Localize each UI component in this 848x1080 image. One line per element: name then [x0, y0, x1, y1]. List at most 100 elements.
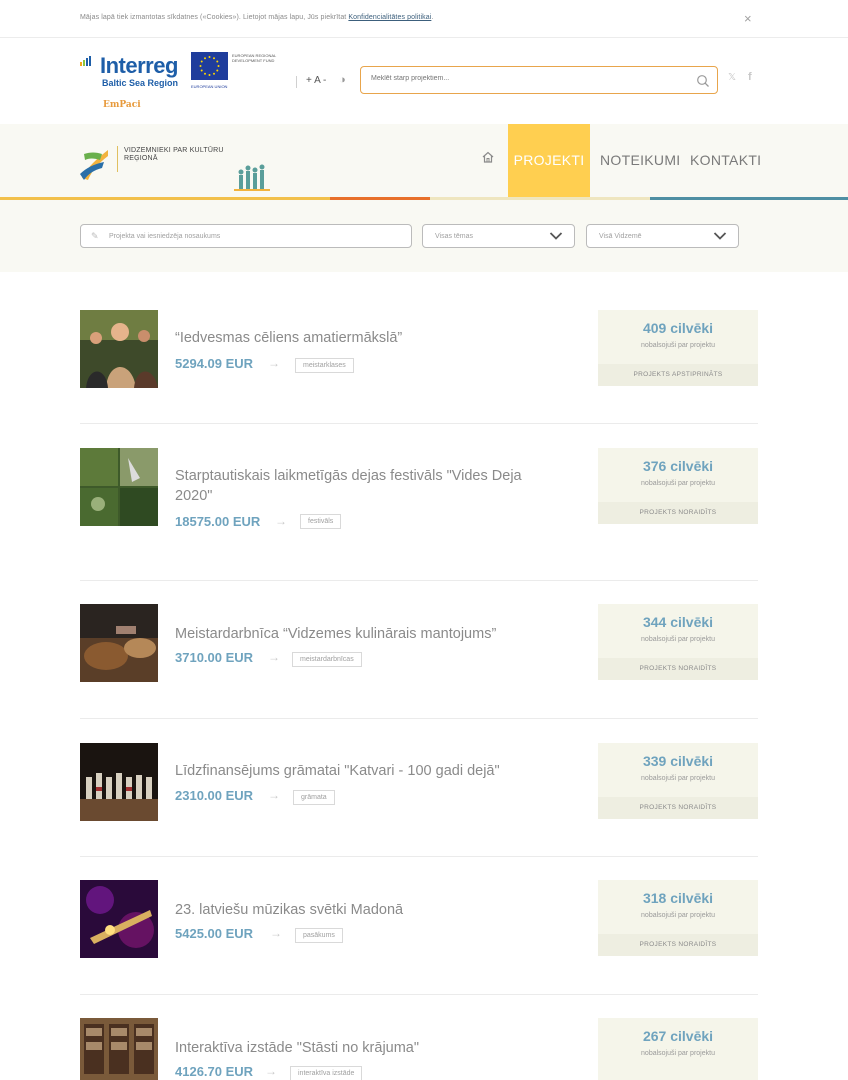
divider	[80, 994, 758, 995]
arrow-right-icon: →	[265, 1064, 277, 1078]
votes-label: nobalsojuši par projektu	[641, 342, 715, 349]
site-title: VIDZEMNIEKI PAR KULTŪRU REĢIONĀ	[124, 147, 224, 163]
site-logo-icon[interactable]	[80, 146, 110, 180]
project-status: PROJEKTS NORAIDĪTS	[598, 502, 758, 524]
votes-count: 339 cilvēki	[642, 753, 714, 769]
project-title[interactable]: 23. latviešu mūzikas svētki Madonā	[175, 900, 555, 920]
project-price: 3710.00 EUR	[175, 650, 254, 665]
cookie-text-end: .	[431, 14, 434, 21]
project-tag[interactable]: festivāls	[300, 514, 342, 529]
chevron-down-icon	[713, 232, 727, 240]
divider	[80, 718, 758, 719]
divider	[80, 580, 758, 581]
project-photo[interactable]	[80, 448, 158, 526]
home-icon[interactable]	[481, 150, 495, 164]
nav-item-kontakti[interactable]: KONTAKTI	[690, 124, 761, 197]
votes-box: 318 cilvēki nobalsojuši par projektu PRO…	[598, 880, 758, 956]
topic-select-value: Visas tēmas	[435, 233, 473, 240]
project-title[interactable]: Interaktīva izstāde "Stāsti no krājuma"	[175, 1038, 555, 1058]
close-icon[interactable]: ×	[744, 12, 752, 26]
facebook-icon[interactable]: f	[748, 71, 752, 83]
interreg-wordmark: Interreg	[100, 53, 178, 78]
divider	[80, 423, 758, 424]
votes-label: nobalsojuši par projektu	[641, 636, 715, 643]
nav-item-noteikumi[interactable]: NOTEIKUMI	[600, 124, 680, 197]
cookie-message: Mājas lapā tiek izmantotas sīkdatnes («C…	[80, 14, 349, 21]
project-search-placeholder: Projekta vai iesniedzēja nosaukums	[109, 233, 221, 240]
project-price: 4126.70 EUR	[175, 1064, 254, 1079]
interreg-subtitle: Baltic Sea Region	[102, 78, 179, 88]
project-photo[interactable]	[80, 880, 158, 958]
votes-label: nobalsojuši par projektu	[641, 1050, 715, 1057]
project-photo[interactable]	[80, 604, 158, 682]
arrow-right-icon: →	[270, 926, 282, 940]
votes-box: 339 cilvēki nobalsojuši par projektu PRO…	[598, 743, 758, 819]
eu-fund-label: EUROPEAN REGIONAL DEVELOPMENT FUND	[232, 53, 277, 63]
chevron-down-icon	[549, 232, 563, 240]
region-select[interactable]: Visā Vidzemē	[586, 224, 739, 248]
arrow-right-icon: →	[275, 514, 287, 528]
logo-divider	[117, 146, 118, 172]
project-status: PROJEKTS NORAIDĪTS	[598, 658, 758, 680]
region-select-value: Visā Vidzemē	[599, 233, 642, 240]
project-price: 5425.00 EUR	[175, 926, 254, 941]
votes-box: 409 cilvēki nobalsojuši par projektu PRO…	[598, 310, 758, 386]
divider	[80, 856, 758, 857]
interreg-bars-icon	[80, 56, 91, 66]
votes-count: 344 cilvēki	[642, 614, 714, 630]
project-status: PROJEKTS NORAIDĪTS	[598, 797, 758, 819]
pencil-icon: ✎	[91, 231, 99, 241]
people-illustration	[234, 164, 270, 191]
project-price: 18575.00 EUR	[175, 514, 261, 529]
project-title[interactable]: “Iedvesmas cēliens amatiermākslā”	[175, 328, 555, 348]
font-size-control[interactable]: + A -	[306, 75, 326, 86]
votes-box: 344 cilvēki nobalsojuši par projektu PRO…	[598, 604, 758, 680]
votes-count: 318 cilvēki	[642, 890, 714, 906]
site-title-line-1: VIDZEMNIEKI PAR KULTŪRU	[124, 147, 224, 154]
project-status: PROJEKTS NORAIDĪTS	[598, 934, 758, 956]
nav-item-projekti[interactable]: PROJEKTI	[508, 124, 590, 197]
cookie-bar: Mājas lapā tiek izmantotas sīkdatnes («C…	[0, 0, 848, 38]
project-title[interactable]: Līdzfinansējums grāmatai "Katvari - 100 …	[175, 761, 555, 781]
project-photo[interactable]	[80, 310, 158, 388]
arrow-right-icon: →	[268, 356, 280, 370]
votes-label: nobalsojuši par projektu	[641, 480, 715, 487]
project-photo[interactable]	[80, 743, 158, 821]
eu-flag-icon	[191, 52, 228, 80]
site-title-line-2: REĢIONĀ	[124, 155, 158, 162]
project-tag[interactable]: meistardarbnīcas	[292, 652, 362, 667]
votes-count: 409 cilvēki	[642, 320, 714, 336]
project-tag[interactable]: meistarklases	[295, 358, 354, 373]
top-header: Interreg Baltic Sea Region EUROPEAN UNIO…	[0, 38, 848, 124]
votes-box: 376 cilvēki nobalsojuši par projektu PRO…	[598, 448, 758, 524]
contrast-icon[interactable]: ◑	[339, 74, 346, 86]
eu-union-label: EUROPEAN UNION	[191, 84, 228, 89]
project-tag[interactable]: interaktīva izstāde	[290, 1066, 363, 1080]
votes-count: 267 cilvēki	[642, 1028, 714, 1044]
project-title[interactable]: Starptautiskais laikmetīgās dejas festiv…	[175, 466, 555, 506]
project-search-field[interactable]: ✎ Projekta vai iesniedzēja nosaukums	[80, 224, 412, 248]
votes-label: nobalsojuši par projektu	[641, 912, 715, 919]
arrow-right-icon: →	[268, 788, 280, 802]
votes-box: 267 cilvēki nobalsojuši par projektu	[598, 1018, 758, 1080]
votes-label: nobalsojuši par projektu	[641, 775, 715, 782]
cookie-text: Mājas lapā tiek izmantotas sīkdatnes («C…	[80, 14, 433, 21]
privacy-policy-link[interactable]: Konfidencialitātes politikai	[348, 14, 431, 21]
topic-select[interactable]: Visas tēmas	[422, 224, 575, 248]
search-icon[interactable]	[696, 74, 710, 88]
project-tag[interactable]: pasākums	[295, 928, 343, 943]
votes-count: 376 cilvēki	[642, 458, 714, 474]
project-status: PROJEKTS APSTIPRINĀTS	[598, 364, 758, 386]
interreg-logo[interactable]: Interreg Baltic Sea Region	[80, 52, 200, 92]
project-tag[interactable]: grāmata	[293, 790, 335, 805]
project-title[interactable]: Meistardarbnīca “Vidzemes kulinārais man…	[175, 624, 555, 644]
project-price: 5294.09 EUR	[175, 356, 254, 371]
arrow-right-icon: →	[268, 650, 280, 664]
twitter-icon[interactable]: 𝕏	[728, 72, 736, 83]
project-photo[interactable]	[80, 1018, 158, 1080]
search-box[interactable]	[360, 66, 718, 94]
empaci-logo: EmPaci	[103, 100, 141, 110]
header-divider	[296, 76, 297, 88]
search-input[interactable]	[371, 75, 671, 82]
project-price: 2310.00 EUR	[175, 788, 254, 803]
